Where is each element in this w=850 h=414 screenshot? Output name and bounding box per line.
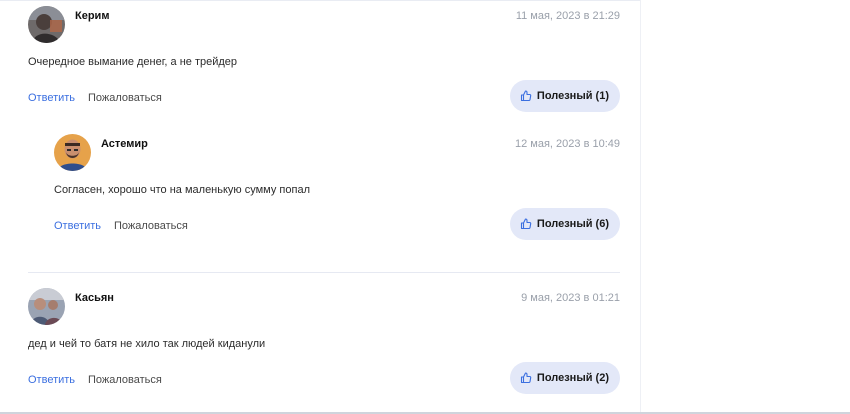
content-right-border (640, 0, 641, 414)
useful-label: Полезный (2) (536, 372, 609, 384)
avatar[interactable] (28, 6, 65, 43)
comment-item: Касьян 9 мая, 2023 в 01:21 дед и чей то … (28, 288, 620, 396)
complain-link[interactable]: Пожаловаться (114, 220, 188, 232)
comment-date: 11 мая, 2023 в 21:29 (515, 10, 620, 22)
avatar[interactable] (54, 134, 91, 171)
reply-link[interactable]: Ответить (28, 92, 75, 104)
avatar[interactable] (28, 288, 65, 325)
comment-reply-item: Астемир 12 мая, 2023 в 10:49 Согласен, х… (54, 134, 620, 242)
comment-divider (28, 272, 620, 273)
reply-link[interactable]: Ответить (54, 220, 101, 232)
comment-text: дед и чей то батя не хило так людей кида… (28, 338, 266, 350)
useful-label: Полезный (1) (536, 90, 609, 102)
comment-text: Согласен, хорошо что на маленькую сумму … (54, 184, 310, 196)
thumbs-up-icon (520, 218, 532, 230)
comment-author: Астемир (101, 138, 148, 150)
comment-author: Касьян (75, 292, 114, 304)
thumbs-up-icon (520, 90, 532, 102)
useful-button[interactable]: Полезный (1) (509, 80, 620, 112)
top-divider (0, 0, 641, 1)
useful-button[interactable]: Полезный (6) (509, 208, 620, 240)
comment-date: 9 мая, 2023 в 01:21 (521, 292, 620, 304)
useful-label: Полезный (6) (536, 218, 609, 230)
comment-text: Очередное вымание денег, а не трейдер (28, 56, 238, 68)
comment-date: 12 мая, 2023 в 10:49 (515, 138, 620, 150)
useful-button[interactable]: Полезный (2) (509, 362, 620, 394)
complain-link[interactable]: Пожаловаться (88, 374, 162, 386)
reply-link[interactable]: Ответить (28, 374, 75, 386)
comment-author: Керим (75, 10, 110, 22)
comment-item: Керим 11 мая, 2023 в 21:29 Очередное вым… (28, 6, 620, 114)
complain-link[interactable]: Пожаловаться (88, 92, 162, 104)
thumbs-up-icon (520, 372, 532, 384)
